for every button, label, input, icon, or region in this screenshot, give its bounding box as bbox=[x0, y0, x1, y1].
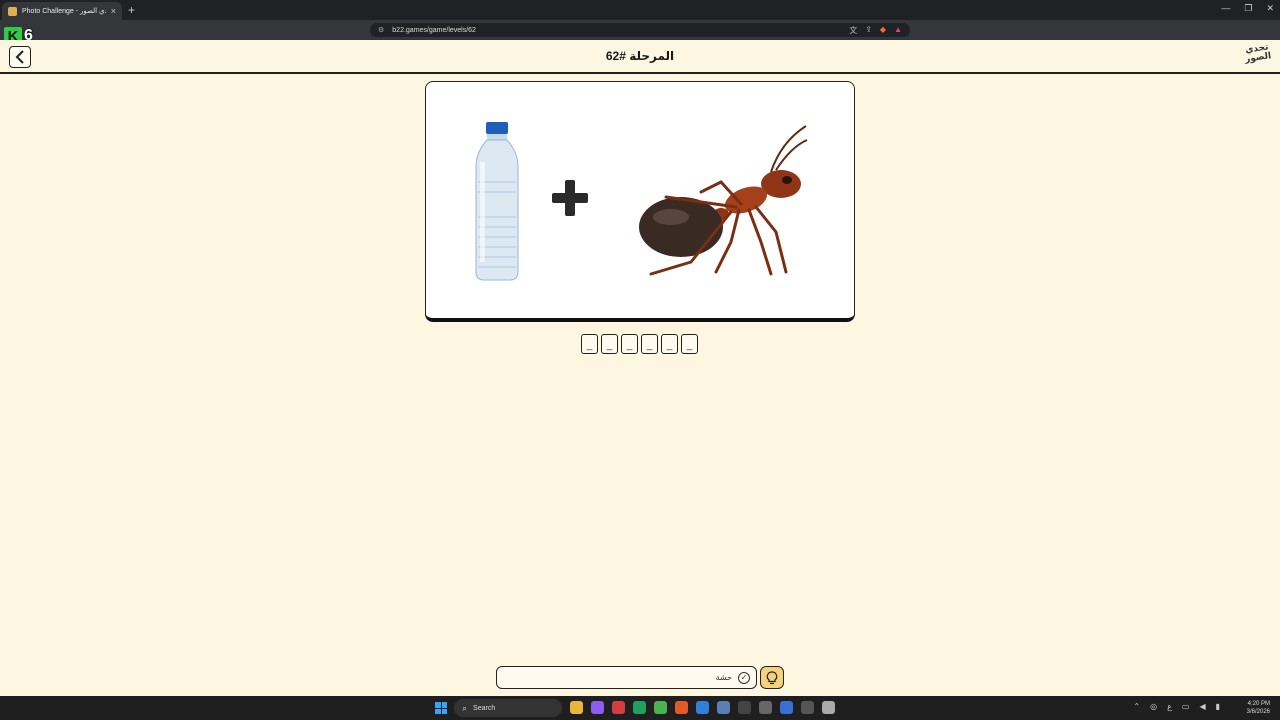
taskbar-app-icon[interactable] bbox=[612, 701, 625, 714]
taskbar-app-icon[interactable] bbox=[759, 701, 772, 714]
answer-input[interactable]: حشة ✓ bbox=[496, 666, 757, 689]
url-actions: 文 ⇪ ◆ ▲ bbox=[849, 25, 902, 36]
brand-logo: تحدي الصور bbox=[1244, 41, 1272, 64]
windows-start-icon[interactable] bbox=[435, 702, 447, 714]
taskbar-app-icon[interactable] bbox=[780, 701, 793, 714]
plus-icon bbox=[552, 180, 588, 216]
window-controls: — ❐ ✕ bbox=[1221, 3, 1274, 14]
site-info-icon[interactable]: ⚙ bbox=[378, 26, 384, 34]
taskbar-app-icon[interactable] bbox=[801, 701, 814, 714]
chevron-up-icon[interactable]: ⌃ bbox=[1133, 702, 1140, 711]
answer-slots: _ _ _ _ _ _ bbox=[581, 334, 698, 354]
letter-slot[interactable]: _ bbox=[601, 334, 618, 354]
mic-icon[interactable]: ◎ bbox=[1150, 702, 1157, 711]
taskbar-app-icon[interactable] bbox=[633, 701, 646, 714]
system-tray: ⌃ ◎ ع ▭ ◀ ▮ bbox=[1133, 702, 1220, 711]
game-header: المرحلة #62 تحدي الصور bbox=[0, 40, 1280, 74]
minimize-icon[interactable]: — bbox=[1221, 3, 1230, 14]
letter-slot[interactable]: _ bbox=[581, 334, 598, 354]
hint-button[interactable] bbox=[760, 666, 784, 689]
puzzle-card bbox=[425, 81, 855, 322]
share-icon[interactable]: ⇪ bbox=[865, 25, 872, 36]
new-tab-icon[interactable]: + bbox=[128, 3, 135, 17]
translate-icon[interactable]: 文 bbox=[849, 25, 857, 36]
taskbar-app-icon[interactable] bbox=[675, 701, 688, 714]
url-text: b22.games/game/levels/62 bbox=[392, 26, 476, 34]
favicon-icon bbox=[8, 6, 17, 16]
answer-input-label: حشة bbox=[715, 673, 732, 682]
taskbar-search-label: Search bbox=[473, 704, 496, 712]
os-taskbar: ⌕ Search ⌃ ◎ ع ▭ ◀ ▮ 4:20 PM 3/6/2026 bbox=[0, 696, 1280, 720]
letter-slot[interactable]: _ bbox=[681, 334, 698, 354]
restore-icon[interactable]: ❐ bbox=[1244, 3, 1252, 14]
network-icon[interactable]: ▭ bbox=[1182, 702, 1190, 711]
taskbar-app-icon[interactable] bbox=[738, 701, 751, 714]
water-bottle-image bbox=[475, 122, 519, 281]
taskbar-app-icon[interactable] bbox=[717, 701, 730, 714]
ant-image bbox=[639, 125, 808, 276]
taskbar-search[interactable]: ⌕ Search bbox=[454, 699, 562, 717]
letter-slot[interactable]: _ bbox=[621, 334, 638, 354]
taskbar-app-icon[interactable] bbox=[654, 701, 667, 714]
letter-slot[interactable]: _ bbox=[661, 334, 678, 354]
taskbar-clock[interactable]: 4:20 PM 3/6/2026 bbox=[1247, 700, 1270, 716]
letter-slot[interactable]: _ bbox=[641, 334, 658, 354]
lightbulb-icon bbox=[766, 670, 778, 684]
taskbar-app-icon[interactable] bbox=[570, 701, 583, 714]
close-window-icon[interactable]: ✕ bbox=[1266, 3, 1274, 14]
url-field[interactable]: ⚙ b22.games/game/levels/62 文 ⇪ ◆ ▲ bbox=[370, 23, 910, 37]
browser-tab-bar: Photo Challenge - تحدي الصور × + — ❐ ✕ bbox=[0, 0, 1280, 20]
taskbar-app-icon[interactable] bbox=[591, 701, 604, 714]
clock-date: 3/6/2026 bbox=[1246, 709, 1270, 715]
close-tab-icon[interactable]: × bbox=[111, 6, 116, 16]
language-icon[interactable]: ع bbox=[1167, 702, 1172, 711]
browser-address-bar: ⌑ ⚙ b22.games/game/levels/62 文 ⇪ ◆ ▲ ▣ ♫… bbox=[0, 20, 1280, 54]
clock-time: 4:20 PM bbox=[1247, 701, 1270, 707]
battery-icon[interactable]: ▮ bbox=[1216, 702, 1220, 711]
search-icon: ⌕ bbox=[462, 702, 468, 713]
check-circle-icon[interactable]: ✓ bbox=[738, 671, 750, 684]
browser-tab[interactable]: Photo Challenge - تحدي الصور × bbox=[2, 2, 122, 20]
rewards-icon[interactable]: ▲ bbox=[894, 25, 902, 36]
level-title: المرحلة #62 bbox=[605, 49, 675, 63]
taskbar-app-icon[interactable] bbox=[696, 701, 709, 714]
shield-icon[interactable]: ◆ bbox=[880, 25, 886, 36]
volume-icon[interactable]: ◀ bbox=[1199, 702, 1205, 711]
taskbar-apps bbox=[570, 701, 835, 714]
taskbar-app-icon[interactable] bbox=[822, 701, 835, 714]
tab-title: Photo Challenge - تحدي الصور bbox=[22, 8, 106, 15]
